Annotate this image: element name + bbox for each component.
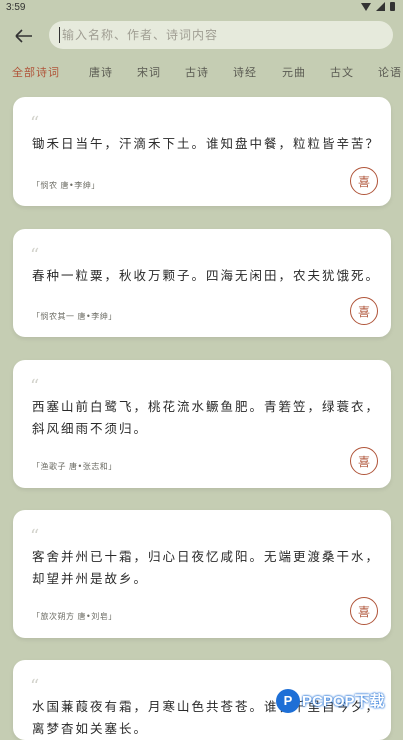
like-button[interactable]: 喜 [350,447,378,475]
tab-yuanqu[interactable]: 元曲 [282,64,306,80]
search-box[interactable] [49,21,393,49]
status-time: 3:59 [6,2,26,13]
watermark: P PCPOP下载 [276,681,403,720]
watermark-text: PCPOP下载 [302,693,385,710]
quote-icon: “ [30,245,40,266]
poem-text: 春种一粒粟，秋收万颗子。四海无闲田，农夫犹饿死。 [32,268,381,283]
search-input[interactable] [62,28,362,42]
tab-ancient-poems[interactable]: 古诗 [185,64,209,80]
back-button[interactable] [12,24,36,48]
tab-song-ci[interactable]: 宋词 [137,64,161,80]
poem-card[interactable]: “ 西塞山前白鹭飞，桃花流水鳜鱼肥。青箬笠，绿蓑衣，斜风细雨不须归。 「渔歌子 … [13,360,391,488]
tab-classical-prose[interactable]: 古文 [330,64,354,80]
poem-source: 「悯农 唐•李绅」 [32,181,100,190]
signal-icon [376,2,385,11]
poem-text: 客舍并州已十霜，归心日夜忆咸阳。无端更渡桑干水，却望并州是故乡。 [32,549,381,586]
poem-text: 西塞山前白鹭飞，桃花流水鳜鱼肥。青箬笠，绿蓑衣，斜风细雨不须归。 [32,399,381,436]
battery-icon [390,2,395,11]
poem-source: 「渔歌子 唐•张志和」 [32,462,117,471]
status-bar: 3:59 [0,0,403,16]
like-button[interactable]: 喜 [350,597,378,625]
poem-card[interactable]: “ 春种一粒粟，秋收万颗子。四海无闲田，农夫犹饿死。 「悯农其一 唐•李绅」 喜 [13,229,391,337]
poem-card[interactable]: “ 客舍并州已十霜，归心日夜忆咸阳。无端更渡桑干水，却望并州是故乡。 「旅次朔方… [13,510,391,638]
poem-source: 「悯农其一 唐•李绅」 [32,312,117,321]
arrow-left-icon [15,29,32,43]
text-cursor [59,27,60,43]
watermark-logo-icon: P [276,688,300,713]
tab-analects[interactable]: 论语 [378,64,402,80]
quote-icon: “ [30,113,40,134]
like-button[interactable]: 喜 [350,167,378,195]
poem-card[interactable]: “ 锄禾日当午，汗滴禾下土。谁知盘中餐，粒粒皆辛苦？ 「悯农 唐•李绅」 喜 [13,97,391,206]
quote-icon: “ [30,676,40,697]
tab-all[interactable]: 全部诗词 [12,64,60,80]
tab-shijing[interactable]: 诗经 [233,64,257,80]
tab-tang-poems[interactable]: 唐诗 [89,64,113,80]
like-button[interactable]: 喜 [350,297,378,325]
wifi-icon [361,2,371,11]
status-icons [361,2,395,11]
category-tabs: 全部诗词 唐诗 宋词 古诗 诗经 元曲 古文 论语 [0,58,403,84]
quote-icon: “ [30,376,40,397]
poem-text: 锄禾日当午，汗滴禾下土。谁知盘中餐，粒粒皆辛苦？ [32,136,381,151]
poem-source: 「旅次朔方 唐•刘皂」 [32,612,117,621]
quote-icon: “ [30,526,40,547]
